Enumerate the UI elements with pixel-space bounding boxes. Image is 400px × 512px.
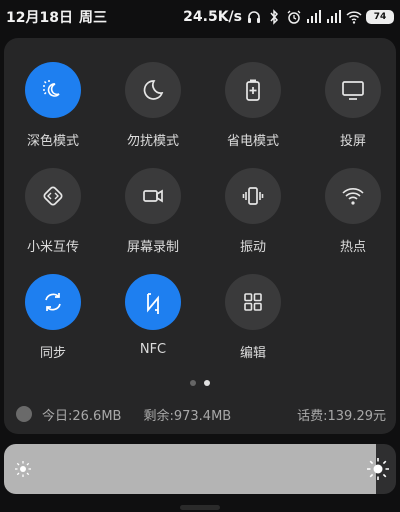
- tile-vibrate[interactable]: 振动: [208, 168, 298, 268]
- page-dot-1[interactable]: [190, 380, 196, 386]
- tile-label: 勿扰模式: [126, 134, 179, 149]
- edit-grid-icon[interactable]: [225, 274, 281, 330]
- data-remaining: 剩余:973.4MB: [143, 408, 232, 424]
- screen-record-icon[interactable]: [125, 168, 181, 224]
- cast-screen-icon[interactable]: [325, 62, 381, 118]
- tile-label: 同步: [39, 346, 66, 361]
- tile-battery-saver[interactable]: 省电模式: [208, 62, 298, 162]
- tile-sync[interactable]: 同步: [8, 274, 98, 374]
- signal-1-icon: [306, 9, 322, 25]
- tile-label: 投屏: [339, 134, 366, 149]
- tile-cast-screen[interactable]: 投屏: [308, 62, 398, 162]
- vibrate-icon[interactable]: [225, 168, 281, 224]
- wifi-icon: [346, 9, 362, 25]
- tile-label: 热点: [339, 240, 366, 255]
- tile-label: NFC: [139, 342, 167, 357]
- control-center-panel: 深色模式 勿扰模式 省电模式 投屏 小米互传 屏幕录制 振动 热点 同步 NFC…: [4, 38, 396, 434]
- hotspot-icon[interactable]: [325, 168, 381, 224]
- tile-label: 编辑: [239, 346, 266, 361]
- drag-handle[interactable]: [180, 505, 220, 510]
- page-dot-2[interactable]: [204, 380, 210, 386]
- tile-screen-record[interactable]: 屏幕录制: [108, 168, 198, 268]
- tile-nfc[interactable]: NFC: [108, 274, 198, 374]
- quick-toggle-grid: 深色模式 勿扰模式 省电模式 投屏 小米互传 屏幕录制 振动 热点 同步 NFC…: [4, 38, 396, 378]
- data-today: 今日:26.6MB: [42, 408, 122, 424]
- dark-mode-icon[interactable]: [25, 62, 81, 118]
- brightness-slider[interactable]: [4, 444, 396, 494]
- tile-dark-mode[interactable]: 深色模式: [8, 62, 98, 162]
- moon-icon[interactable]: [125, 62, 181, 118]
- page-indicator[interactable]: [4, 380, 396, 386]
- nfc-icon[interactable]: [125, 274, 181, 330]
- status-date: 12月18日: [6, 10, 73, 26]
- brightness-fill[interactable]: [4, 444, 377, 494]
- status-weekday: 周三: [78, 10, 107, 26]
- status-bar: 12月18日 周三 24.5K/s 74: [0, 0, 400, 34]
- mi-share-icon[interactable]: [25, 168, 81, 224]
- tile-label: 省电模式: [226, 134, 279, 149]
- battery-saver-icon[interactable]: [225, 62, 281, 118]
- brightness-low-icon: [15, 461, 31, 477]
- data-usage-icon: [16, 406, 32, 422]
- tile-do-not-disturb[interactable]: 勿扰模式: [108, 62, 198, 162]
- tile-hotspot[interactable]: 热点: [308, 168, 398, 268]
- phone-balance: 话费:139.29元: [297, 408, 386, 424]
- tile-mi-share[interactable]: 小米互传: [8, 168, 98, 268]
- tile-edit[interactable]: 编辑: [208, 274, 298, 374]
- tile-label: 振动: [239, 240, 266, 255]
- tile-label: 深色模式: [26, 134, 79, 149]
- alarm-icon: [286, 9, 302, 25]
- tile-label: 屏幕录制: [126, 240, 179, 255]
- sync-icon[interactable]: [25, 274, 81, 330]
- battery-icon: 74: [366, 10, 394, 24]
- brightness-high-icon: [367, 458, 389, 480]
- signal-2-icon: [326, 9, 342, 25]
- data-usage-row[interactable]: 今日:26.6MB 剩余:973.4MB 话费:139.29元: [16, 402, 386, 426]
- bluetooth-icon: [266, 9, 282, 25]
- tile-label: 小米互传: [26, 240, 79, 255]
- network-speed: 24.5K/s: [183, 9, 242, 25]
- headphones-icon: [246, 9, 262, 25]
